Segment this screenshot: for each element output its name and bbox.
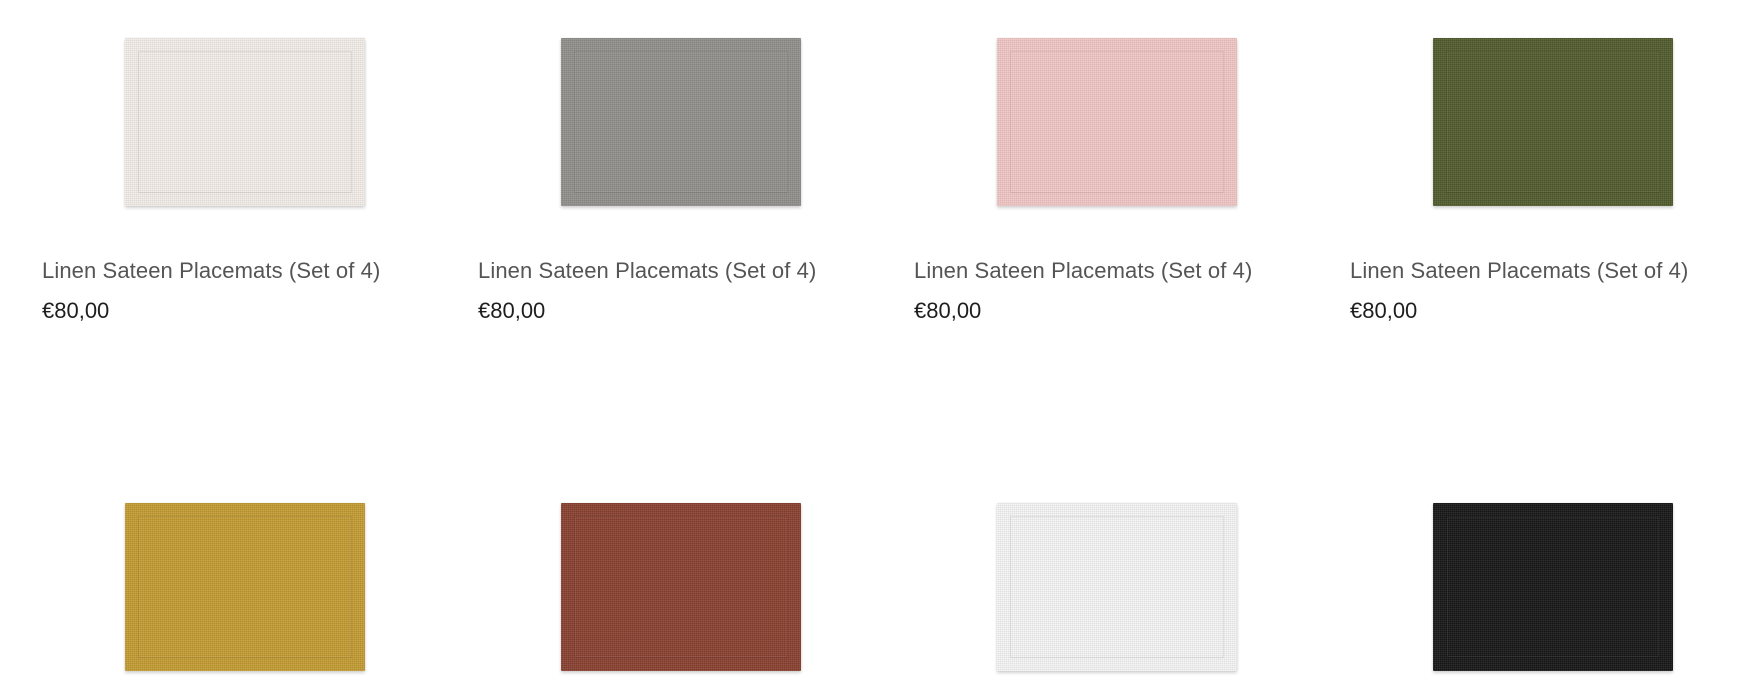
product-grid: Linen Sateen Placemats (Set of 4) €80,00…	[0, 0, 1760, 700]
product-price: €80,00	[914, 298, 982, 323]
placemat-image	[997, 503, 1237, 671]
product-image[interactable]	[997, 38, 1237, 206]
product-price: €80,00	[478, 298, 546, 323]
product-title[interactable]: Linen Sateen Placemats (Set of 4)	[1350, 258, 1688, 284]
placemat-image	[125, 503, 365, 671]
product-title[interactable]: Linen Sateen Placemats (Set of 4)	[914, 258, 1252, 284]
product-image[interactable]	[1433, 38, 1673, 206]
product-title[interactable]: Linen Sateen Placemats (Set of 4)	[42, 258, 380, 284]
placemat-image	[1433, 38, 1673, 206]
placemat-image	[561, 38, 801, 206]
product-price: €80,00	[1350, 298, 1418, 323]
product-image[interactable]	[125, 503, 365, 671]
placemat-image	[561, 503, 801, 671]
product-image[interactable]	[125, 38, 365, 206]
product-title[interactable]: Linen Sateen Placemats (Set of 4)	[478, 258, 816, 284]
product-image[interactable]	[997, 503, 1237, 671]
product-image[interactable]	[1433, 503, 1673, 671]
product-price: €80,00	[42, 298, 110, 323]
placemat-image	[125, 38, 365, 206]
product-image[interactable]	[561, 503, 801, 671]
placemat-image	[997, 38, 1237, 206]
product-image[interactable]	[561, 38, 801, 206]
placemat-image	[1433, 503, 1673, 671]
